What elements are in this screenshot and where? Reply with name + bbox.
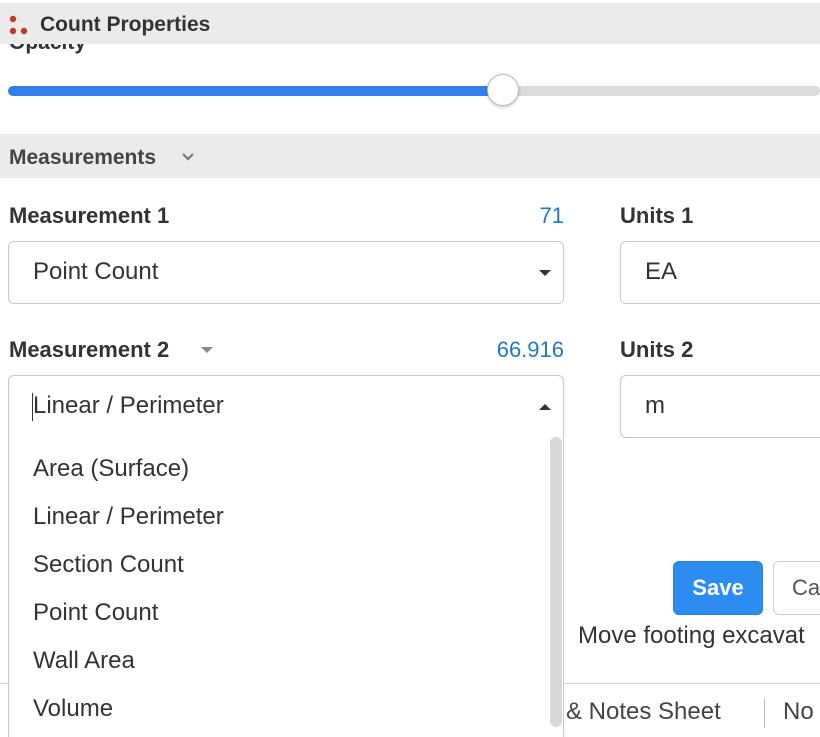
- measurement-2-options-list[interactable]: Area (Surface) Linear / Perimeter Sectio…: [8, 437, 564, 737]
- units-2-field[interactable]: m: [620, 375, 820, 438]
- measurement-2-selected: Linear / Perimeter: [33, 392, 224, 419]
- measurement-1-label: Measurement 1: [9, 203, 170, 228]
- opacity-slider-thumb[interactable]: [487, 74, 520, 106]
- caret-down-icon: [539, 270, 551, 276]
- panel-title: Count Properties: [40, 13, 211, 36]
- measurements-section-title: Measurements: [9, 146, 157, 169]
- option-wall-area[interactable]: Wall Area: [33, 647, 135, 675]
- background-note-label: Move footing excavat: [578, 622, 805, 649]
- option-linear-perimeter[interactable]: Linear / Perimeter: [33, 503, 224, 531]
- opacity-label-text: Opacity: [9, 44, 86, 54]
- tab-next[interactable]: No: [783, 698, 814, 726]
- measurement-1-value: 71: [539, 203, 564, 228]
- opacity-slider-fill: [8, 86, 504, 96]
- measurement-1-selected: Point Count: [33, 258, 159, 285]
- option-volume[interactable]: Volume: [33, 695, 113, 723]
- options-scrollbar[interactable]: [550, 437, 562, 727]
- units-1-label: Units 1: [620, 203, 694, 228]
- units-2-value: m: [645, 392, 665, 419]
- option-area-surface[interactable]: Area (Surface): [33, 455, 189, 483]
- caret-up-icon: [539, 404, 551, 410]
- tab-notes-sheet[interactable]: & Notes Sheet: [566, 698, 721, 726]
- chevron-down-icon: [182, 153, 194, 161]
- opacity-slider-track[interactable]: [8, 86, 820, 96]
- cancel-button[interactable]: Ca: [773, 561, 820, 615]
- measurement-2-value: 66.916: [496, 337, 564, 362]
- units-1-field[interactable]: EA: [620, 241, 820, 304]
- measurement-2-label: Measurement 2: [9, 337, 170, 362]
- units-2-label: Units 2: [620, 337, 694, 362]
- measurement-1-select[interactable]: Point Count: [8, 241, 564, 304]
- measurement-2-select[interactable]: Linear / Perimeter: [8, 375, 564, 438]
- caret-down-icon[interactable]: [200, 345, 214, 355]
- opacity-label: Opacity: [9, 44, 86, 58]
- panel-title-bar: Count Properties: [0, 3, 820, 44]
- units-1-value: EA: [645, 258, 678, 285]
- background-note-text: Move footing excavat: [578, 622, 805, 652]
- option-section-count[interactable]: Section Count: [33, 551, 184, 579]
- option-point-count[interactable]: Point Count: [33, 599, 158, 627]
- save-button[interactable]: Save: [673, 561, 763, 615]
- measurements-section-header[interactable]: Measurements: [0, 134, 820, 178]
- cancel-button-label: Ca: [792, 575, 820, 600]
- count-dots-icon: [9, 15, 28, 35]
- tab-separator: [764, 698, 765, 728]
